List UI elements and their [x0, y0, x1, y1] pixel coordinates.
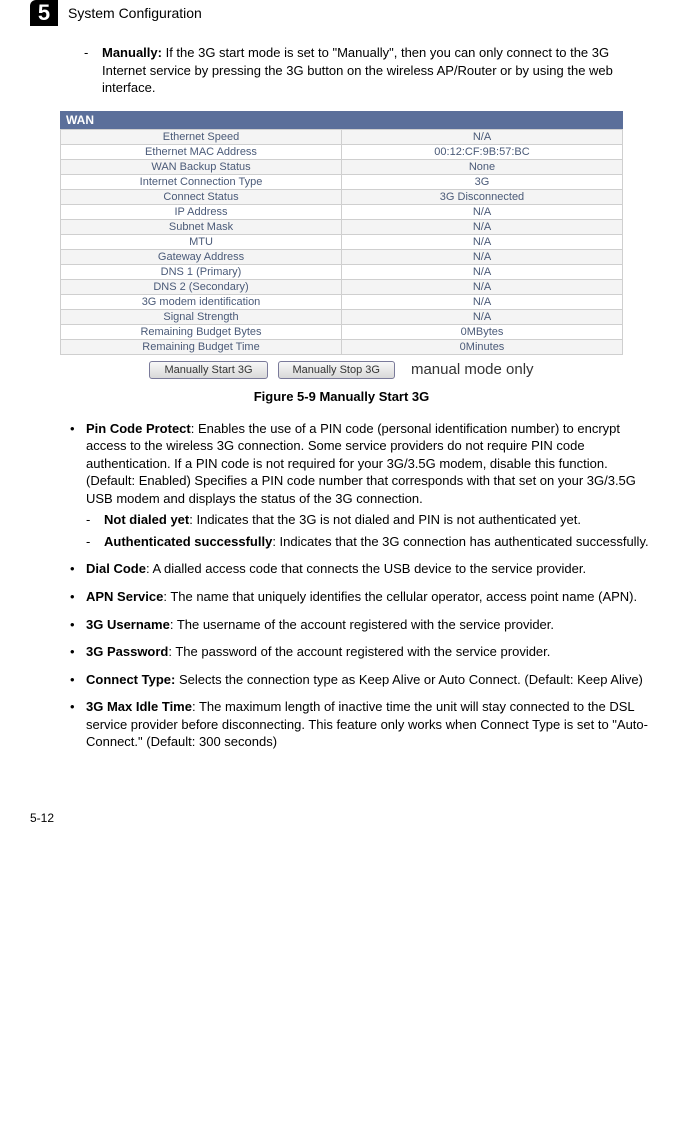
- wan-table-row: Connect Status3G Disconnected: [61, 189, 623, 204]
- wan-table-row: MTUN/A: [61, 234, 623, 249]
- wan-row-value: N/A: [342, 249, 623, 264]
- page-header: 5 System Configuration: [30, 0, 653, 26]
- wan-row-label: DNS 2 (Secondary): [61, 279, 342, 294]
- manually-stop-3g-button[interactable]: Manually Stop 3G: [278, 361, 395, 379]
- wan-row-label: Signal Strength: [61, 309, 342, 324]
- wan-row-value: 3G Disconnected: [342, 189, 623, 204]
- wan-table-row: Internet Connection Type3G: [61, 174, 623, 189]
- wan-row-label: Remaining Budget Time: [61, 339, 342, 354]
- wan-table-row: Subnet MaskN/A: [61, 219, 623, 234]
- sub-dash-item: Not dialed yet: Indicates that the 3G is…: [86, 511, 653, 529]
- figure-caption: Figure 5-9 Manually Start 3G: [30, 389, 653, 404]
- sub-dash-item: Authenticated successfully: Indicates th…: [86, 533, 653, 551]
- wan-figure: WAN Ethernet SpeedN/AEthernet MAC Addres…: [60, 111, 623, 379]
- wan-row-label: 3G modem identification: [61, 294, 342, 309]
- wan-table-row: IP AddressN/A: [61, 204, 623, 219]
- feature-bullet-item: 3G Max Idle Time: The maximum length of …: [70, 698, 653, 751]
- sub-text: : Indicates that the 3G connection has a…: [272, 534, 648, 549]
- intro-dash-text: If the 3G start mode is set to "Manually…: [102, 45, 613, 95]
- wan-row-value: N/A: [342, 219, 623, 234]
- wan-row-label: Subnet Mask: [61, 219, 342, 234]
- wan-table-row: DNS 1 (Primary)N/A: [61, 264, 623, 279]
- feature-bullet-item: 3G Password: The password of the account…: [70, 643, 653, 661]
- intro-dash-item: Manually: If the 3G start mode is set to…: [84, 44, 653, 97]
- wan-row-label: Ethernet MAC Address: [61, 144, 342, 159]
- sub-term: Authenticated successfully: [104, 534, 272, 549]
- wan-row-value: N/A: [342, 264, 623, 279]
- wan-row-label: MTU: [61, 234, 342, 249]
- feature-bullet-item: Pin Code Protect: Enables the use of a P…: [70, 420, 653, 551]
- wan-table-row: 3G modem identificationN/A: [61, 294, 623, 309]
- wan-table-row: Remaining Budget Bytes0MBytes: [61, 324, 623, 339]
- wan-row-label: Gateway Address: [61, 249, 342, 264]
- bullet-text: : The name that uniquely identifies the …: [163, 589, 637, 604]
- bullet-term: 3G Username: [86, 617, 170, 632]
- wan-button-row: Manually Start 3G Manually Stop 3G manua…: [60, 361, 623, 379]
- chapter-title: System Configuration: [68, 5, 202, 21]
- wan-table-row: WAN Backup StatusNone: [61, 159, 623, 174]
- manual-mode-note: manual mode only: [411, 361, 534, 378]
- wan-table-row: Gateway AddressN/A: [61, 249, 623, 264]
- wan-table-row: Ethernet SpeedN/A: [61, 129, 623, 144]
- sub-dash-list: Not dialed yet: Indicates that the 3G is…: [86, 511, 653, 550]
- wan-table: Ethernet SpeedN/AEthernet MAC Address00:…: [60, 129, 623, 355]
- wan-table-row: Remaining Budget Time0Minutes: [61, 339, 623, 354]
- bullet-term: Dial Code: [86, 561, 146, 576]
- wan-row-value: N/A: [342, 279, 623, 294]
- wan-row-label: WAN Backup Status: [61, 159, 342, 174]
- wan-row-label: Connect Status: [61, 189, 342, 204]
- bullet-text: : The username of the account registered…: [170, 617, 554, 632]
- feature-bullet-item: Dial Code: A dialled access code that co…: [70, 560, 653, 578]
- wan-row-label: Internet Connection Type: [61, 174, 342, 189]
- wan-section-header: WAN: [60, 111, 623, 129]
- feature-bullet-item: Connect Type: Selects the connection typ…: [70, 671, 653, 689]
- sub-term: Not dialed yet: [104, 512, 189, 527]
- feature-bullet-list: Pin Code Protect: Enables the use of a P…: [70, 420, 653, 751]
- manually-start-3g-button[interactable]: Manually Start 3G: [149, 361, 267, 379]
- page-number: 5-12: [0, 811, 683, 845]
- wan-row-value: None: [342, 159, 623, 174]
- bullet-text: Selects the connection type as Keep Aliv…: [175, 672, 643, 687]
- wan-row-value: N/A: [342, 294, 623, 309]
- wan-row-label: IP Address: [61, 204, 342, 219]
- wan-row-value: N/A: [342, 234, 623, 249]
- bullet-term: Pin Code Protect: [86, 421, 191, 436]
- bullet-term: Connect Type:: [86, 672, 175, 687]
- wan-row-value: N/A: [342, 129, 623, 144]
- wan-row-value: 00:12:CF:9B:57:BC: [342, 144, 623, 159]
- intro-dash-label: Manually:: [102, 45, 162, 60]
- bullet-term: 3G Password: [86, 644, 168, 659]
- wan-row-value: 0MBytes: [342, 324, 623, 339]
- chapter-number-box: 5: [30, 0, 58, 26]
- bullet-text: : The password of the account registered…: [168, 644, 550, 659]
- wan-row-value: N/A: [342, 309, 623, 324]
- wan-row-value: N/A: [342, 204, 623, 219]
- wan-row-value: 0Minutes: [342, 339, 623, 354]
- wan-row-label: Remaining Budget Bytes: [61, 324, 342, 339]
- wan-row-value: 3G: [342, 174, 623, 189]
- intro-dash-list: Manually: If the 3G start mode is set to…: [84, 44, 653, 97]
- feature-bullet-item: 3G Username: The username of the account…: [70, 616, 653, 634]
- sub-text: : Indicates that the 3G is not dialed an…: [189, 512, 581, 527]
- bullet-term: 3G Max Idle Time: [86, 699, 192, 714]
- bullet-text: : A dialled access code that connects th…: [146, 561, 586, 576]
- wan-row-label: DNS 1 (Primary): [61, 264, 342, 279]
- wan-table-row: Signal StrengthN/A: [61, 309, 623, 324]
- feature-bullet-item: APN Service: The name that uniquely iden…: [70, 588, 653, 606]
- wan-row-label: Ethernet Speed: [61, 129, 342, 144]
- bullet-term: APN Service: [86, 589, 163, 604]
- wan-table-row: Ethernet MAC Address00:12:CF:9B:57:BC: [61, 144, 623, 159]
- wan-table-row: DNS 2 (Secondary)N/A: [61, 279, 623, 294]
